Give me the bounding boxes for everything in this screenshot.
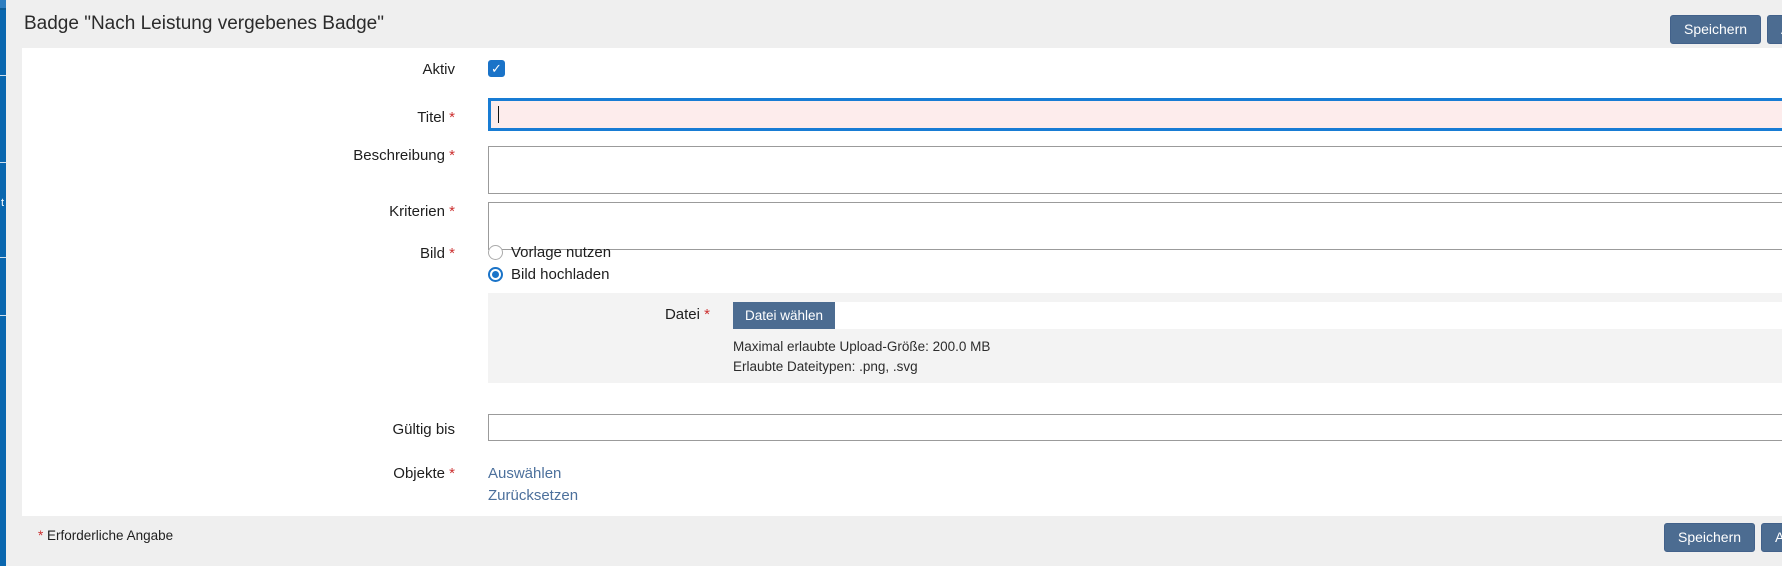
objekte-zuruecksetzen-link[interactable]: Zurücksetzen [488,486,578,505]
form-row-bild: Bild * Vorlage nutzen Bild hochladen [22,244,1782,283]
radio-label: Bild hochladen [511,266,609,283]
file-input[interactable]: Datei wählen [733,302,1782,329]
form-row-beschreibung: Beschreibung * [22,146,1782,194]
kriterien-label: Kriterien * [22,202,455,222]
form-row-aktiv: Aktiv ✓ [22,60,1782,80]
allowed-filetypes-note: Erlaubte Dateitypen: .png, .svg [733,357,990,377]
sidebar-divider [0,75,6,76]
required-asterisk: * [449,109,455,126]
collapsed-sidebar-strip[interactable]: t [0,0,6,566]
page-title: Badge "Nach Leistung vergebenes Badge" [24,13,384,35]
datei-label: Datei * [488,302,710,329]
objekte-auswaehlen-link[interactable]: Auswählen [488,464,578,483]
sidebar-cutoff-label: t [1,197,4,209]
cancel-button[interactable]: Abbrechen [1761,523,1782,552]
datei-subsection: Datei * Datei wählen Maximal erlaubte Up… [488,293,1782,383]
radio-bild-hochladen[interactable]: Bild hochladen [488,266,611,283]
file-choose-button[interactable]: Datei wählen [733,302,835,329]
required-field-note: * Erforderliche Angabe [38,528,173,543]
form-row-titel: Titel * [22,98,1782,131]
required-asterisk: * [449,147,455,164]
required-asterisk: * [449,245,455,262]
sidebar-divider [0,162,6,163]
kriterien-textarea[interactable] [488,202,1782,250]
form-row-kriterien: Kriterien * [22,202,1782,250]
sidebar-segment [0,0,6,8]
aktiv-label: Aktiv [22,60,455,80]
required-asterisk: * [449,465,455,482]
titel-label: Titel * [22,102,455,128]
required-asterisk: * [449,203,455,220]
badge-form: Aktiv ✓ Titel * Beschreibung * [22,48,1782,516]
beschreibung-textarea[interactable] [488,146,1782,194]
aktiv-checkbox[interactable]: ✓ [488,60,505,77]
gueltig-bis-input[interactable] [488,414,1782,441]
beschreibung-label: Beschreibung * [22,146,455,166]
badge-edit-screen: t Badge "Nach Leistung vergebenes Badge"… [0,0,1782,566]
required-asterisk: * [704,306,710,323]
required-asterisk: * [38,528,43,543]
bild-label: Bild * [22,244,455,264]
titel-input[interactable] [488,98,1782,131]
cancel-button[interactable]: Abbrechen [1767,15,1782,44]
radio-vorlage-nutzen[interactable]: Vorlage nutzen [488,244,611,261]
save-button[interactable]: Speichern [1670,15,1761,44]
radio-label: Vorlage nutzen [511,244,611,261]
form-footer: * Erforderliche Angabe Speichern Abbrech… [0,516,1782,566]
text-caret [498,106,499,123]
objekte-label: Objekte * [22,464,455,484]
save-button[interactable]: Speichern [1664,523,1755,552]
radio-icon-selected[interactable] [488,267,503,282]
sidebar-divider [0,8,6,10]
sidebar-divider [0,315,6,316]
gueltig-bis-label: Gültig bis [22,416,455,440]
sidebar-divider [0,257,6,258]
form-row-gueltig-bis: Gültig bis [22,414,1782,441]
toolbar-top: Speichern Abbrechen [1670,15,1782,44]
toolbar-bottom: Speichern Abbrechen [1664,523,1782,552]
titlebar: Badge "Nach Leistung vergebenes Badge" S… [6,0,1782,48]
radio-icon-unselected[interactable] [488,245,503,260]
check-icon: ✓ [491,61,502,76]
max-upload-size-note: Maximal erlaubte Upload-Größe: 200.0 MB [733,337,990,357]
form-row-objekte: Objekte * Auswählen Zurücksetzen [22,464,1782,505]
file-upload-info: Maximal erlaubte Upload-Größe: 200.0 MB … [733,337,990,376]
